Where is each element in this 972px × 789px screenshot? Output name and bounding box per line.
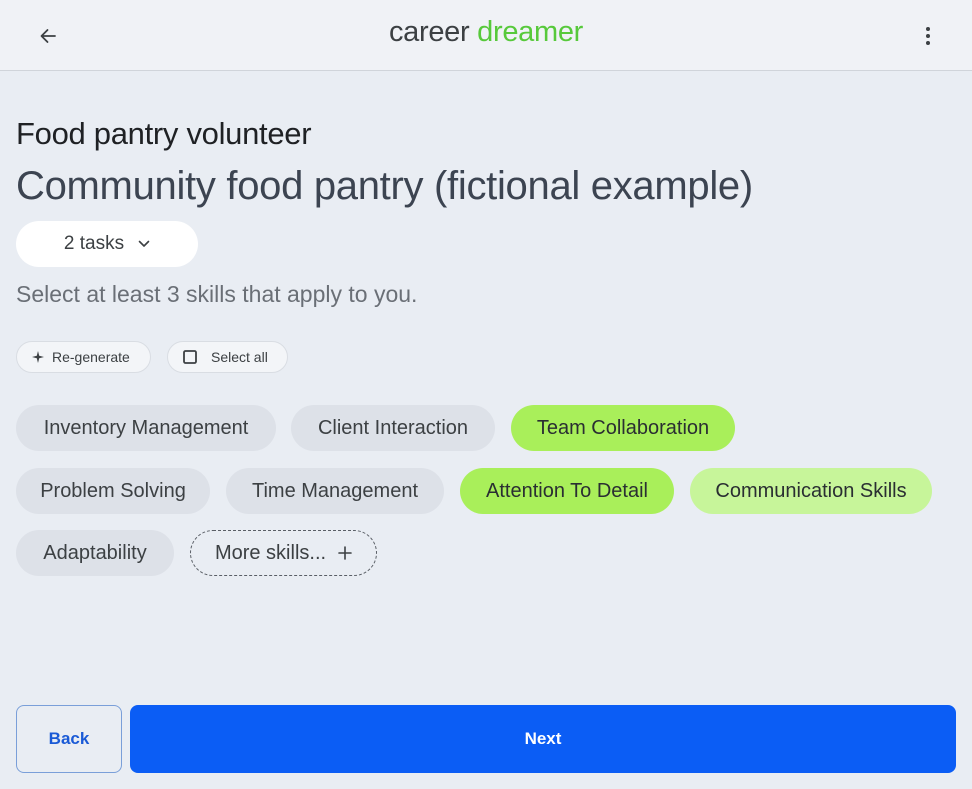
logo-dreamer: dreamer [477, 16, 584, 48]
skill-chip-label: Attention To Detail [486, 479, 648, 502]
skill-chip-adaptability[interactable]: Adaptability [16, 530, 174, 576]
plus-icon [338, 546, 352, 560]
tasks-dropdown[interactable]: 2 tasks [16, 221, 198, 267]
instruction-text: Select at least 3 skills that apply to y… [16, 281, 418, 307]
select-all-button[interactable]: Select all [167, 341, 288, 373]
skill-chip-label: Time Management [252, 479, 418, 502]
tasks-dropdown-label: 2 tasks [63, 233, 125, 254]
more-skills-label: More skills... [214, 541, 327, 564]
skill-chip-label: Client Interaction [317, 416, 469, 439]
skill-chip-label: Team Collaboration [536, 416, 710, 439]
next-button[interactable]: Next [130, 705, 956, 773]
logo-career: career [388, 16, 478, 48]
more-vert-icon[interactable] [912, 18, 944, 54]
app-logo: career dreamer [0, 16, 972, 49]
organization-title: Community food pantry (fictional example… [16, 164, 753, 208]
back-button[interactable]: Back [16, 705, 122, 773]
sparkle-icon [32, 351, 44, 363]
regenerate-label: Re-generate [52, 349, 130, 365]
select-all-label: Select all [211, 349, 268, 365]
skill-chip-problem-solving[interactable]: Problem Solving [16, 468, 210, 514]
more-skills-button[interactable]: More skills... [190, 530, 377, 576]
skill-chip-attention-to-detail[interactable]: Attention To Detail [460, 468, 674, 514]
skill-chip-time-management[interactable]: Time Management [226, 468, 444, 514]
skill-chip-label: Adaptability [43, 541, 147, 564]
regenerate-button[interactable]: Re-generate [16, 341, 151, 373]
checkbox-icon[interactable] [183, 350, 197, 364]
top-app-bar: career dreamer [0, 0, 972, 71]
skill-chip-label: Problem Solving [40, 479, 186, 502]
role-title: Food pantry volunteer [16, 116, 312, 151]
skill-chip-label: Inventory Management [43, 416, 249, 439]
skill-chip-team-collaboration[interactable]: Team Collaboration [511, 405, 735, 451]
skill-chip-inventory-management[interactable]: Inventory Management [16, 405, 276, 451]
skill-chip-label: Communication Skills [715, 479, 907, 502]
skill-chip-communication-skills[interactable]: Communication Skills [690, 468, 932, 514]
chevron-down-icon [138, 240, 150, 247]
skill-chip-client-interaction[interactable]: Client Interaction [291, 405, 495, 451]
